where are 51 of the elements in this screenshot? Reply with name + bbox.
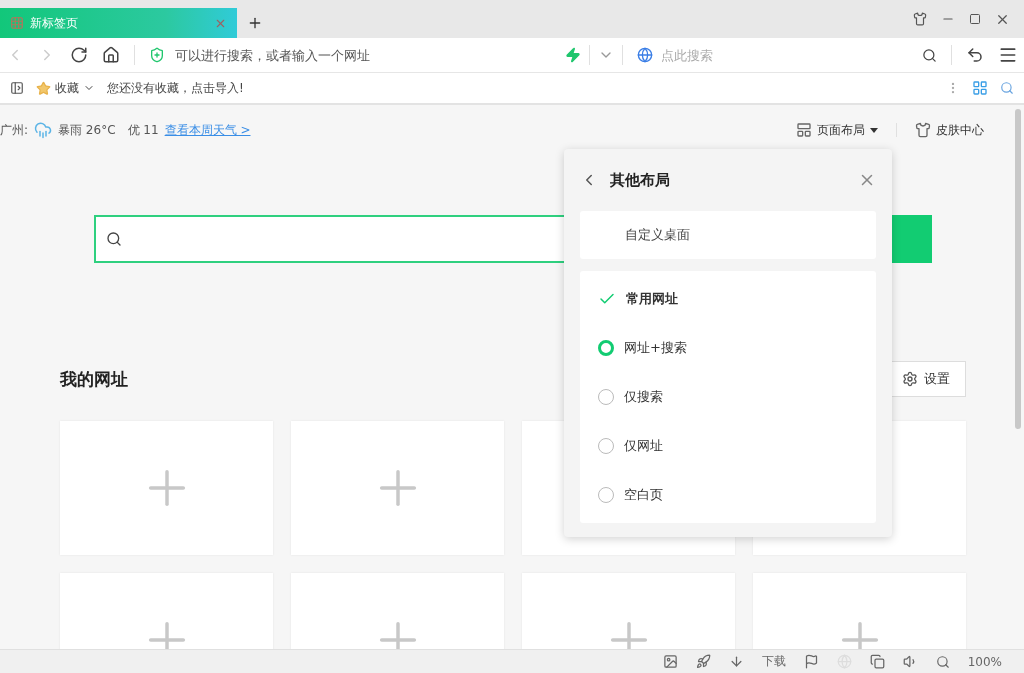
layout-option[interactable]: 仅搜索 (580, 372, 876, 422)
new-tab-button[interactable] (247, 15, 263, 31)
layout-option[interactable]: 仅网址 (580, 421, 876, 471)
flag-icon[interactable] (803, 654, 819, 669)
download-icon[interactable] (728, 654, 744, 669)
shield-icon (149, 47, 165, 63)
zoom-search-icon[interactable] (1000, 81, 1014, 95)
section-title: 我的网址 (60, 367, 128, 391)
tab-title: 新标签页 (30, 14, 79, 32)
radio-icon (598, 340, 614, 357)
undo-icon[interactable] (966, 46, 984, 64)
search-engine-icon[interactable] (637, 47, 653, 63)
gear-icon (902, 371, 918, 387)
address-field[interactable]: 可以进行搜索，或者输入一个网址 (173, 46, 557, 64)
weather-city: 广州: (0, 121, 29, 139)
bookmarks-button[interactable]: 收藏 (36, 79, 95, 97)
maximize-icon[interactable] (969, 13, 981, 25)
add-site-tile[interactable] (291, 421, 504, 555)
star-icon (36, 80, 51, 96)
apps-icon[interactable] (972, 80, 988, 96)
search-icon (106, 231, 122, 247)
rocket-icon[interactable] (695, 654, 711, 669)
lightning-icon[interactable] (565, 47, 581, 63)
reload-icon[interactable] (70, 46, 88, 64)
page-layout-button[interactable]: 页面布局 (796, 121, 878, 139)
layout-option[interactable]: 常用网址 (580, 275, 876, 324)
rain-cloud-icon (34, 121, 53, 139)
weather-condition: 暴雨 26°C (58, 121, 116, 139)
layout-icon (796, 122, 812, 138)
search-icon[interactable] (922, 47, 937, 63)
image-icon[interactable] (662, 654, 678, 669)
scrollbar[interactable] (1015, 109, 1021, 429)
copy-icon[interactable] (869, 654, 885, 669)
shirt-icon (915, 122, 931, 138)
tab-grid-icon (10, 16, 24, 30)
custom-desktop-item[interactable]: 自定义桌面 (580, 211, 876, 259)
popup-title: 其他布局 (610, 170, 671, 190)
zoom-icon[interactable] (935, 654, 950, 669)
skin-center-button[interactable]: 皮肤中心 (915, 121, 984, 139)
layout-option[interactable]: 网址+搜索 (580, 323, 876, 373)
sidebar-toggle-icon[interactable] (10, 81, 24, 95)
caret-icon (870, 127, 878, 133)
home-icon[interactable] (102, 46, 120, 64)
add-site-tile[interactable] (60, 421, 273, 555)
skin-icon[interactable] (913, 12, 927, 26)
menu-icon[interactable] (998, 45, 1018, 65)
zoom-level[interactable]: 100% (967, 654, 1002, 669)
download-label[interactable]: 下载 (761, 653, 786, 670)
layout-option[interactable]: 空白页 (580, 470, 876, 519)
import-hint[interactable]: 您还没有收藏，点击导入! (107, 79, 244, 97)
air-quality: 优 11 (127, 121, 159, 139)
